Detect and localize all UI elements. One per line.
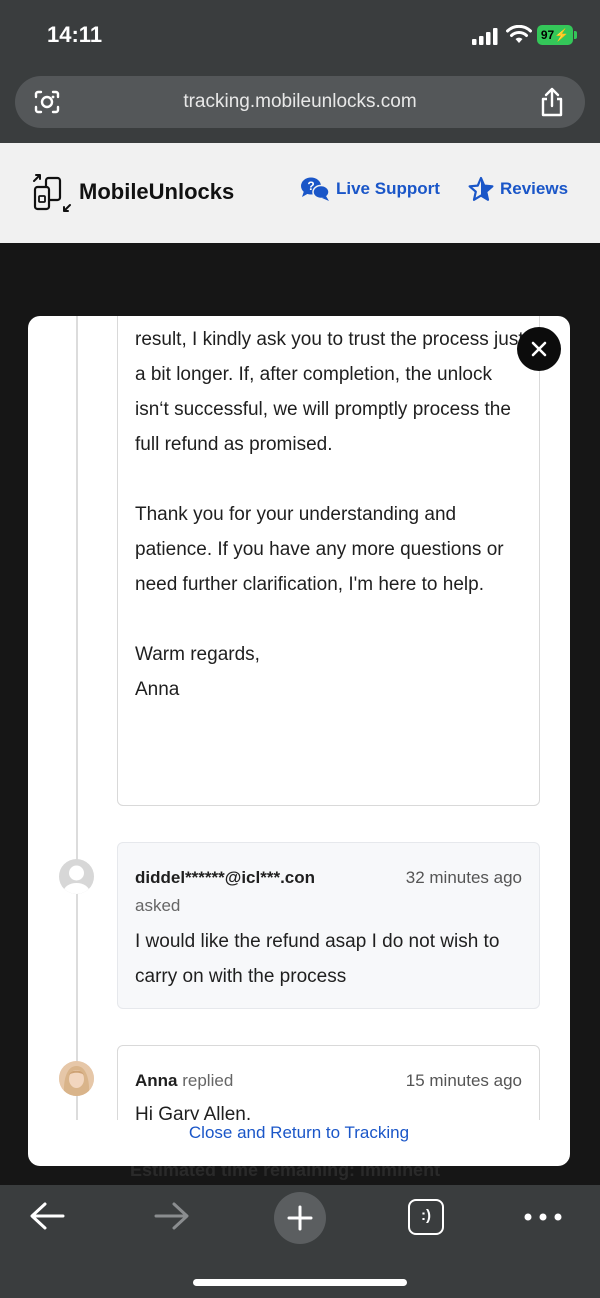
back-arrow-icon[interactable]	[27, 1200, 67, 1232]
browser-url-area: tracking.mobileunlocks.com	[0, 68, 600, 143]
live-support-link[interactable]: ? Live Support	[300, 176, 440, 202]
avatar	[59, 1061, 94, 1096]
timeline-line	[76, 316, 78, 1120]
message-thread[interactable]: 99% completion and closer than ever to a…	[28, 316, 570, 1120]
message-paragraph: Thank you for your understanding and pat…	[135, 504, 504, 595]
close-and-return-link[interactable]: Close and Return to Tracking	[28, 1123, 570, 1143]
more-options-icon[interactable]	[523, 1212, 563, 1222]
message-author-name: Anna	[135, 1071, 178, 1090]
user-silhouette-icon	[63, 865, 90, 894]
browser-toolbar: :)	[0, 1185, 600, 1298]
close-modal-button[interactable]	[517, 327, 561, 371]
tabs-button[interactable]: :)	[408, 1199, 444, 1235]
site-brand-name[interactable]: MobileUnlocks	[79, 179, 234, 205]
message-author: diddel******@icl***.con	[135, 868, 316, 887]
reviews-label[interactable]: Reviews	[500, 179, 568, 199]
chat-bubbles-icon: ?	[301, 177, 330, 201]
new-tab-button[interactable]	[274, 1192, 326, 1244]
agent-photo-icon	[59, 1061, 94, 1096]
message-time: 15 minutes ago	[405, 1071, 522, 1090]
cellular-signal-icon	[472, 28, 498, 45]
site-header: MobileUnlocks ? Live Support Reviews	[0, 143, 600, 243]
message-author: Anna replied	[135, 1071, 233, 1091]
wifi-icon	[506, 25, 532, 43]
message-time: 32 minutes ago	[405, 868, 522, 887]
message-card: diddel******@icl***.con 32 minutes ago a…	[117, 842, 540, 1009]
phone-unlock-logo-icon	[33, 174, 71, 212]
message-body: 99% completion and closer than ever to a…	[135, 316, 525, 707]
status-bar: 14:11 97⚡	[0, 0, 600, 68]
message-paragraph: 99% completion and closer than ever to a…	[135, 329, 524, 455]
close-icon	[531, 341, 547, 357]
message-paragraph: Warm regards, Anna	[135, 644, 260, 700]
message-history-modal: 99% completion and closer than ever to a…	[28, 316, 570, 1166]
svg-text:?: ?	[307, 179, 314, 193]
battery-icon: 97⚡	[537, 25, 577, 45]
url-bar[interactable]: tracking.mobileunlocks.com	[15, 76, 585, 128]
message-action: asked	[135, 896, 181, 915]
plus-icon	[287, 1205, 313, 1231]
star-icon	[468, 176, 494, 201]
status-time: 14:11	[47, 22, 103, 47]
reviews-link[interactable]: Reviews	[468, 176, 568, 202]
forward-arrow-icon[interactable]	[152, 1200, 192, 1232]
battery-level: 97	[540, 28, 555, 42]
home-indicator[interactable]	[193, 1279, 407, 1286]
message-action: replied	[182, 1071, 234, 1090]
message-card: 99% completion and closer than ever to a…	[117, 316, 540, 806]
avatar	[59, 859, 94, 894]
message-card: Anna replied 15 minutes ago Hi Gary Alle…	[117, 1045, 540, 1120]
share-icon[interactable]	[539, 87, 565, 117]
live-support-label[interactable]: Live Support	[336, 179, 440, 199]
message-text: I would like the refund asap I do not wi…	[135, 931, 500, 987]
message-text: Hi Gary Allen,	[135, 1104, 252, 1120]
url-text[interactable]: tracking.mobileunlocks.com	[15, 91, 585, 113]
